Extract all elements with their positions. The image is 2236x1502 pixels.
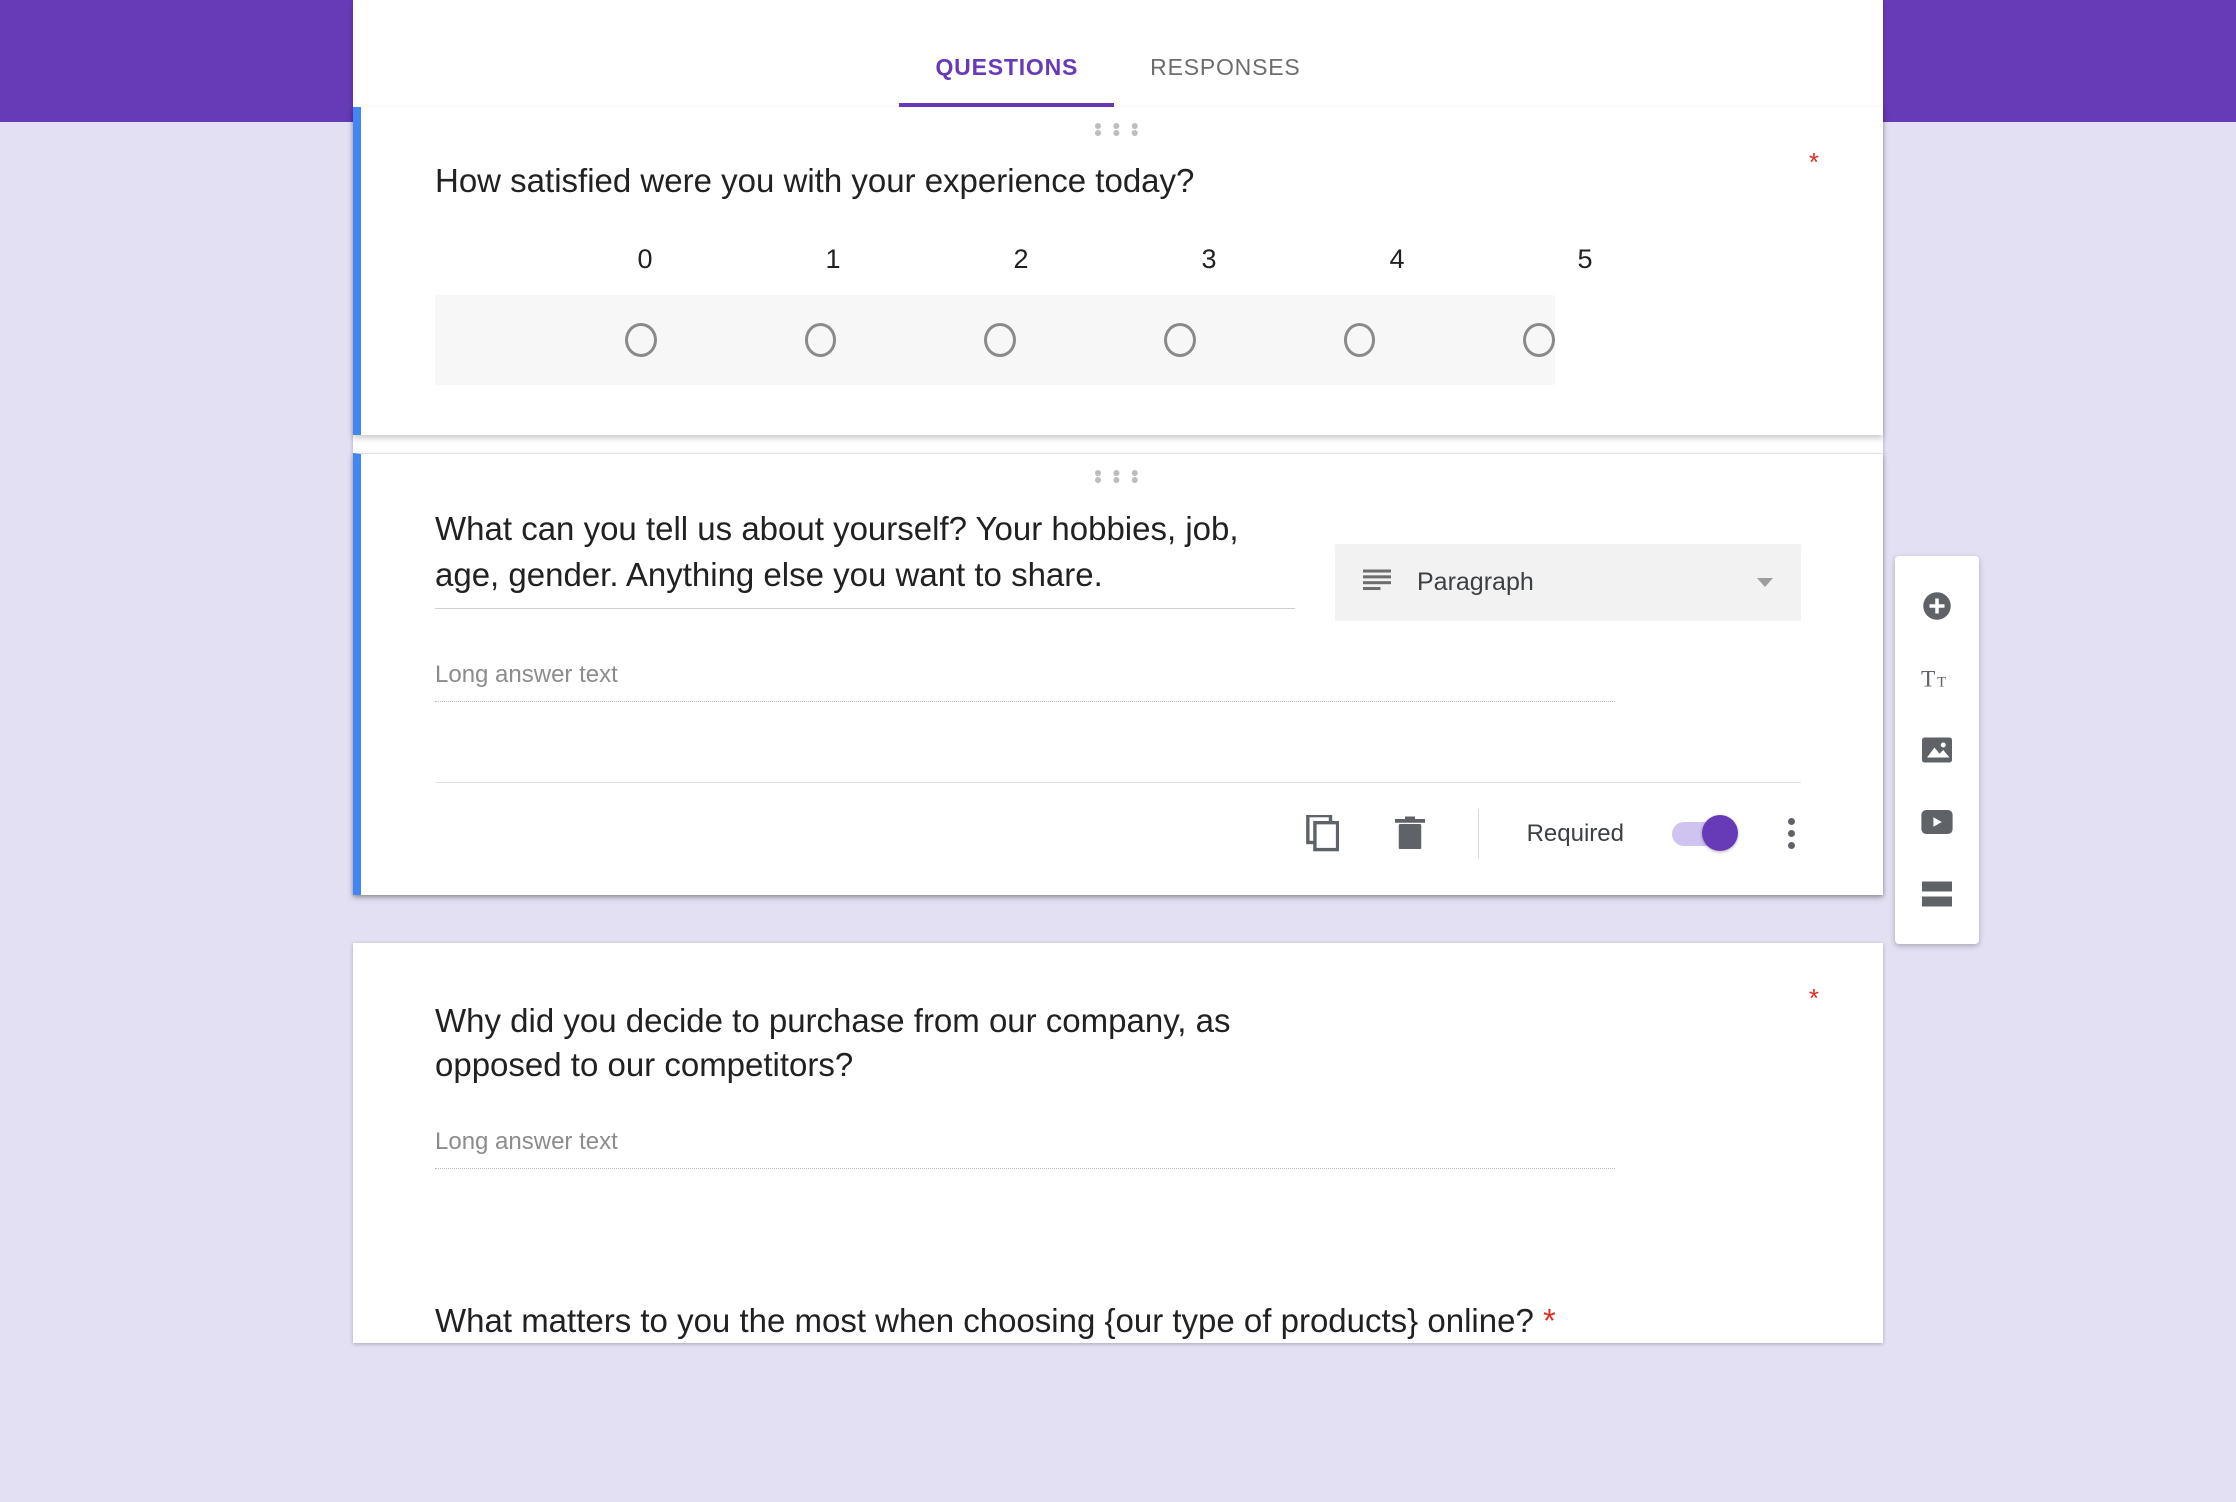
required-label: Required: [1527, 820, 1624, 848]
linear-scale: 0 1 2 3 4 5: [435, 244, 1801, 385]
question-title: How satisfied were you with your experie…: [435, 159, 1355, 204]
long-answer-placeholder[interactable]: Long answer text: [435, 661, 1615, 702]
add-title-button[interactable]: TT: [1921, 662, 1953, 694]
divider: [1478, 809, 1479, 859]
long-answer-placeholder[interactable]: Long answer text: [435, 1128, 1615, 1169]
scale-radio-5[interactable]: [1523, 323, 1555, 357]
required-indicator-icon: *: [1809, 147, 1819, 178]
scale-number-labels: 0 1 2 3 4 5: [435, 244, 1801, 275]
question-title-input[interactable]: What can you tell us about yourself? You…: [435, 506, 1295, 609]
scale-radio-1[interactable]: [805, 323, 837, 357]
scale-radio-row: [435, 295, 1555, 385]
tab-questions[interactable]: QUESTIONS: [899, 40, 1114, 107]
tabs-bar: QUESTIONS RESPONSES: [353, 0, 1883, 107]
chevron-down-icon: [1757, 578, 1773, 587]
scale-label: 3: [1189, 244, 1229, 275]
drag-handle-icon[interactable]: ● ● ●● ● ●: [435, 454, 1801, 506]
scale-label: 0: [625, 244, 665, 275]
duplicate-button[interactable]: [1302, 814, 1342, 854]
scale-radio-3[interactable]: [1164, 323, 1196, 357]
form-card: QUESTIONS RESPONSES ● ● ●● ● ● * How sat…: [353, 0, 1883, 895]
delete-button[interactable]: [1390, 814, 1430, 854]
required-indicator-icon: *: [1809, 983, 1819, 1014]
floating-side-toolbar: TT: [1895, 556, 1979, 944]
scale-label: 5: [1565, 244, 1605, 275]
scale-label: 4: [1377, 244, 1417, 275]
scale-label: 1: [813, 244, 853, 275]
paragraph-icon: [1363, 569, 1391, 596]
add-image-button[interactable]: [1921, 734, 1953, 766]
question-footer-toolbar: Required: [435, 782, 1801, 859]
question-type-picker[interactable]: Paragraph: [1335, 544, 1801, 621]
card-gap: [353, 913, 1883, 943]
question-title: What matters to you the most when choosi…: [435, 1299, 1635, 1344]
scale-radio-4[interactable]: [1344, 323, 1376, 357]
question-block-scale: ● ● ●● ● ● * How satisfied were you with…: [353, 107, 1883, 435]
question-block-paragraph: ● ● ●● ● ● What can you tell us about yo…: [353, 453, 1883, 895]
question-type-label: Paragraph: [1417, 568, 1731, 597]
question-block[interactable]: * Why did you decide to purchase from ou…: [353, 943, 1883, 1219]
question-title: Why did you decide to purchase from our …: [435, 999, 1355, 1088]
drag-handle-icon[interactable]: ● ● ●● ● ●: [435, 107, 1801, 159]
more-options-button[interactable]: [1782, 812, 1801, 855]
form-builder-area: QUESTIONS RESPONSES ● ● ●● ● ● * How sat…: [353, 0, 1883, 1343]
required-toggle[interactable]: [1672, 822, 1734, 846]
add-video-button[interactable]: [1921, 806, 1953, 838]
scale-radio-0[interactable]: [625, 323, 657, 357]
scale-radio-2[interactable]: [984, 323, 1016, 357]
form-card-lower: * Why did you decide to purchase from ou…: [353, 943, 1883, 1344]
add-section-button[interactable]: [1921, 878, 1953, 910]
question-block[interactable]: What matters to you the most when choosi…: [353, 1219, 1883, 1344]
svg-text:T: T: [1921, 667, 1935, 692]
add-question-button[interactable]: [1921, 590, 1953, 622]
question-edit-row: What can you tell us about yourself? You…: [435, 506, 1801, 621]
tab-responses[interactable]: RESPONSES: [1114, 40, 1336, 107]
svg-text:T: T: [1937, 675, 1946, 691]
scale-label: 2: [1001, 244, 1041, 275]
